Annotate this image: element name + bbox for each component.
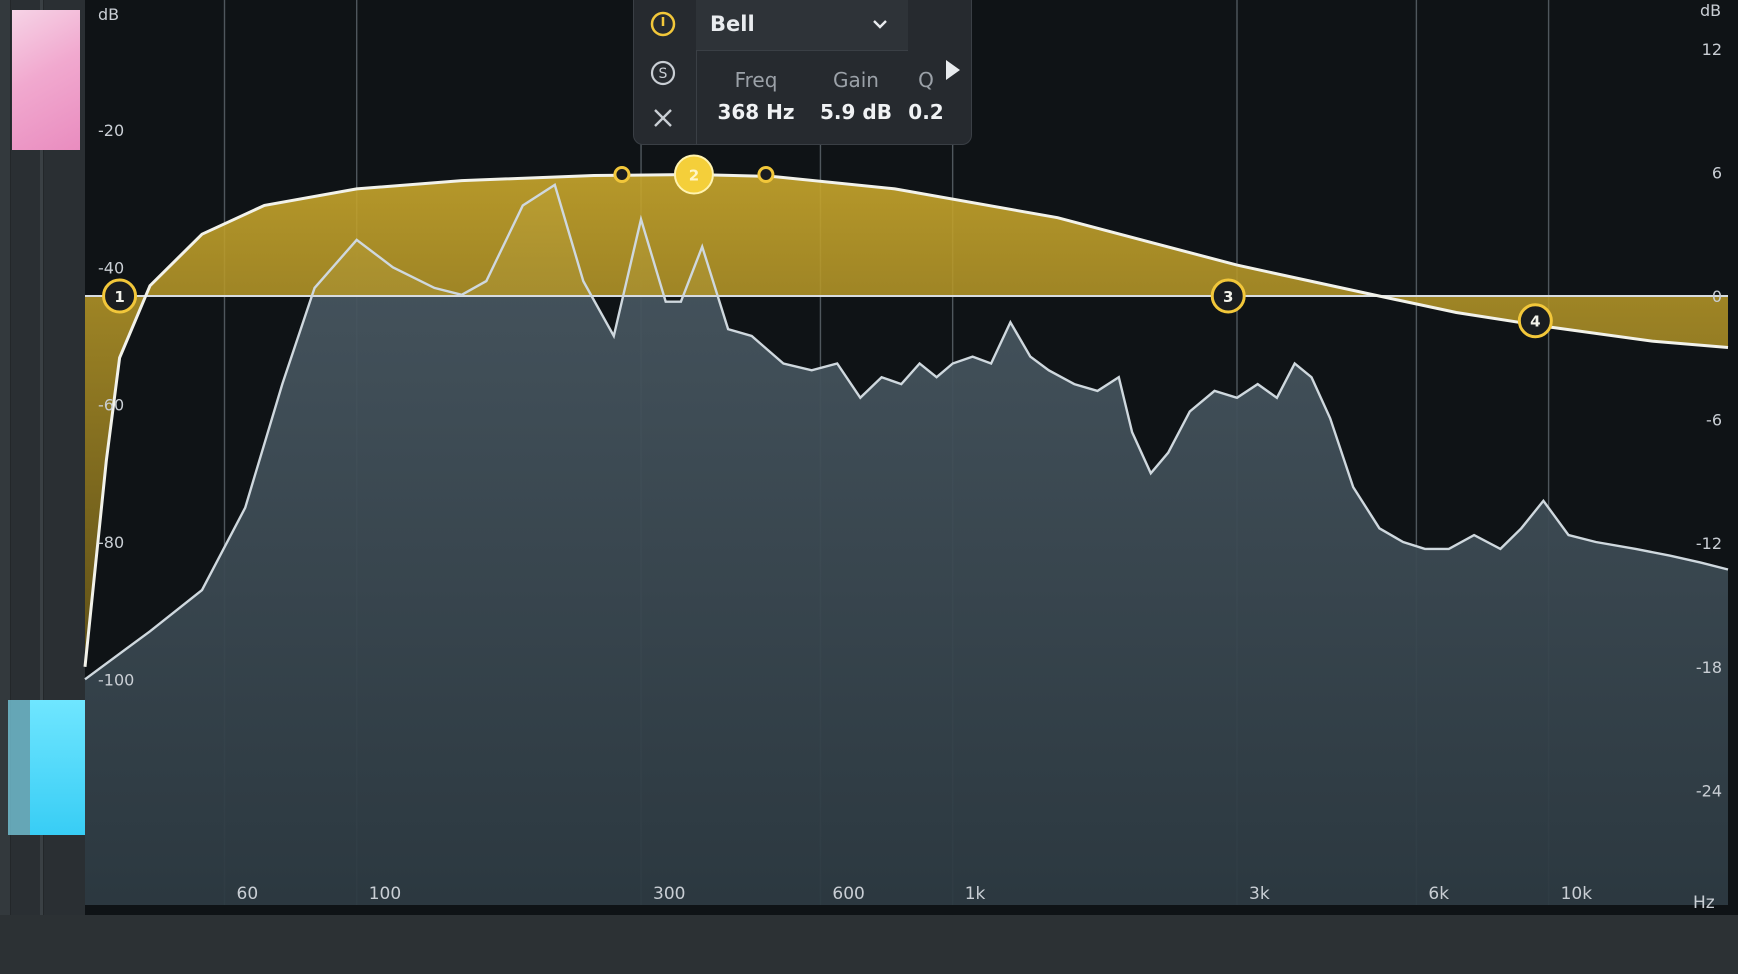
freq-tick-label: 60 [237, 884, 259, 904]
q-width-handle[interactable] [613, 165, 631, 183]
svg-text:S: S [659, 66, 668, 82]
band-number: 2 [689, 166, 699, 184]
freq-tick-label: 1k [965, 884, 986, 904]
freq-tick-label: 10k [1561, 884, 1593, 904]
freq-label: Freq [734, 68, 778, 92]
freq-tick-label: 300 [653, 884, 685, 904]
left-db-axis-title: dB [98, 5, 119, 24]
right-db-tick-label: 12 [1702, 40, 1722, 59]
freq-tick-label: 600 [832, 884, 864, 904]
eq-band-handle-3[interactable]: 3 [1210, 278, 1246, 314]
q-value[interactable]: 0.2 [896, 100, 956, 124]
right-db-axis-title: dB [1700, 1, 1721, 20]
freq-tick-label: 6k [1428, 884, 1449, 904]
band-editor-popup[interactable]: S Bell Freq 368 Hz Gain 5.9 dB Q 0.2 [633, 0, 972, 145]
gain-value[interactable]: 5.9 dB [806, 100, 906, 124]
q-width-handle[interactable] [757, 165, 775, 183]
left-db-tick-label: -80 [98, 533, 124, 552]
band-icon-column: S [634, 0, 697, 144]
band-number: 4 [1530, 313, 1540, 331]
band-delete-icon[interactable] [649, 104, 677, 132]
filter-type-value: Bell [710, 12, 755, 36]
freq-param[interactable]: Freq 368 Hz [706, 68, 806, 124]
right-db-tick-label: 0 [1712, 287, 1722, 306]
eq-band-handle-1[interactable]: 1 [102, 278, 138, 314]
next-band-arrow-icon[interactable] [946, 60, 960, 80]
band-power-icon[interactable] [649, 10, 677, 38]
gain-param[interactable]: Gain 5.9 dB [806, 68, 906, 124]
hz-unit-label: Hz [1693, 893, 1715, 913]
filter-type-dropdown[interactable]: Bell [696, 0, 908, 51]
band-number: 1 [114, 288, 124, 306]
right-db-tick-label: 6 [1712, 163, 1722, 182]
gain-label: Gain [833, 68, 879, 92]
band-solo-icon[interactable]: S [649, 59, 677, 87]
right-db-tick-label: -18 [1696, 658, 1722, 677]
right-db-tick-label: -24 [1696, 781, 1722, 800]
left-db-tick-label: -60 [98, 396, 124, 415]
left-db-tick-label: -40 [98, 258, 124, 277]
band-number: 3 [1223, 288, 1233, 306]
chevron-down-icon [873, 20, 887, 29]
freq-tick-label: 3k [1249, 884, 1270, 904]
left-db-tick-label: -100 [98, 670, 134, 689]
eq-display[interactable]: -20-40-60-80-1001260-6-12-18-2460 100 300 6… [0, 0, 1738, 974]
right-db-tick-label: -12 [1696, 534, 1722, 553]
right-db-tick-label: -6 [1706, 411, 1722, 430]
eq-band-handle-4[interactable]: 4 [1517, 303, 1553, 339]
freq-tick-label: 100 [369, 884, 401, 904]
left-db-tick-label: -20 [98, 121, 124, 140]
freq-value[interactable]: 368 Hz [706, 100, 806, 124]
